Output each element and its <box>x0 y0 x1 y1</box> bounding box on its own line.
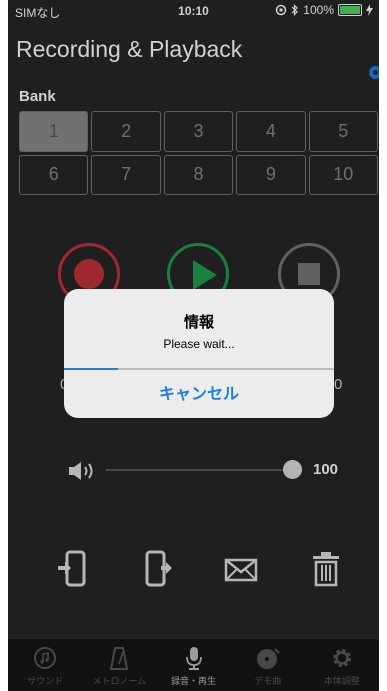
info-dialog: 情報 Please wait... キャンセル <box>64 289 334 418</box>
progress-bar <box>64 368 334 370</box>
progress-bar-fill <box>64 368 118 370</box>
dialog-message: Please wait... <box>163 337 235 351</box>
cancel-button[interactable]: キャンセル <box>64 372 334 418</box>
screen: SIMなし 10:10 100% Recording & Playback Ba… <box>8 0 379 691</box>
dialog-title: 情報 <box>183 314 214 331</box>
